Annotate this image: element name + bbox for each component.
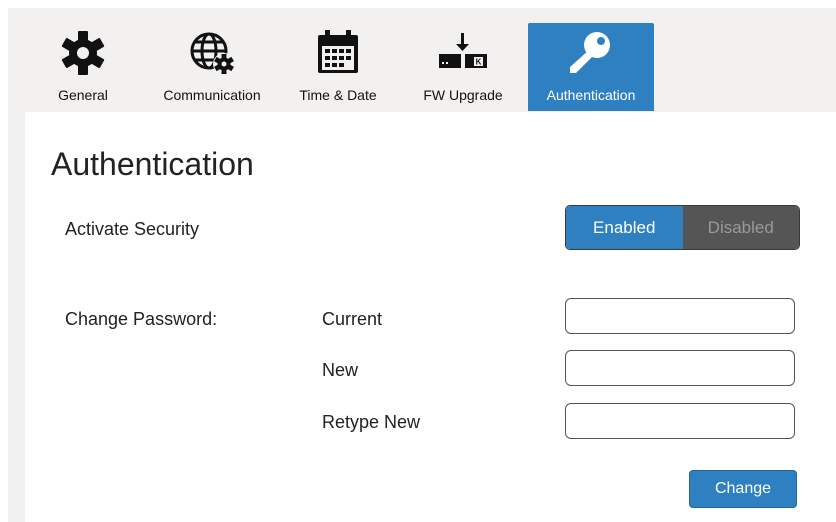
- tab-general-label: General: [58, 87, 108, 103]
- disabled-button[interactable]: Disabled: [682, 206, 799, 249]
- authentication-panel: Authentication Activate Security Enabled…: [25, 112, 836, 522]
- settings-frame: General Communication Time & Date K FW U…: [8, 8, 836, 522]
- key-icon: [528, 29, 654, 77]
- change-password-button[interactable]: Change: [689, 470, 797, 508]
- retype-password-label: Retype New: [322, 412, 421, 432]
- gear-icon: [48, 29, 118, 77]
- tab-general[interactable]: General: [48, 23, 118, 111]
- current-password-label: Current: [322, 309, 383, 329]
- retype-password-field[interactable]: [565, 403, 795, 439]
- security-toggle: Enabled Disabled: [565, 205, 800, 250]
- calendar-icon: [288, 29, 388, 77]
- tab-time-date[interactable]: Time & Date: [288, 23, 388, 111]
- change-password-label: Change Password:: [65, 309, 218, 329]
- page-title: Authentication: [51, 146, 254, 182]
- new-password-label: New: [322, 360, 359, 380]
- activate-security-label: Activate Security: [65, 219, 200, 239]
- globe-gear-icon: [150, 29, 274, 77]
- tab-fw-upgrade-label: FW Upgrade: [423, 87, 503, 103]
- tab-authentication-label: Authentication: [546, 87, 636, 103]
- tab-fw-upgrade[interactable]: K FW Upgrade: [408, 23, 518, 111]
- tab-authentication[interactable]: Authentication: [528, 23, 654, 111]
- firmware-download-icon: K: [408, 29, 518, 77]
- tab-communication[interactable]: Communication: [150, 23, 274, 111]
- current-password-field[interactable]: [565, 298, 795, 334]
- svg-text:K: K: [476, 58, 482, 67]
- new-password-field[interactable]: [565, 350, 795, 386]
- tab-time-date-label: Time & Date: [299, 87, 377, 103]
- enabled-button[interactable]: Enabled: [566, 206, 683, 249]
- tab-communication-label: Communication: [163, 87, 261, 103]
